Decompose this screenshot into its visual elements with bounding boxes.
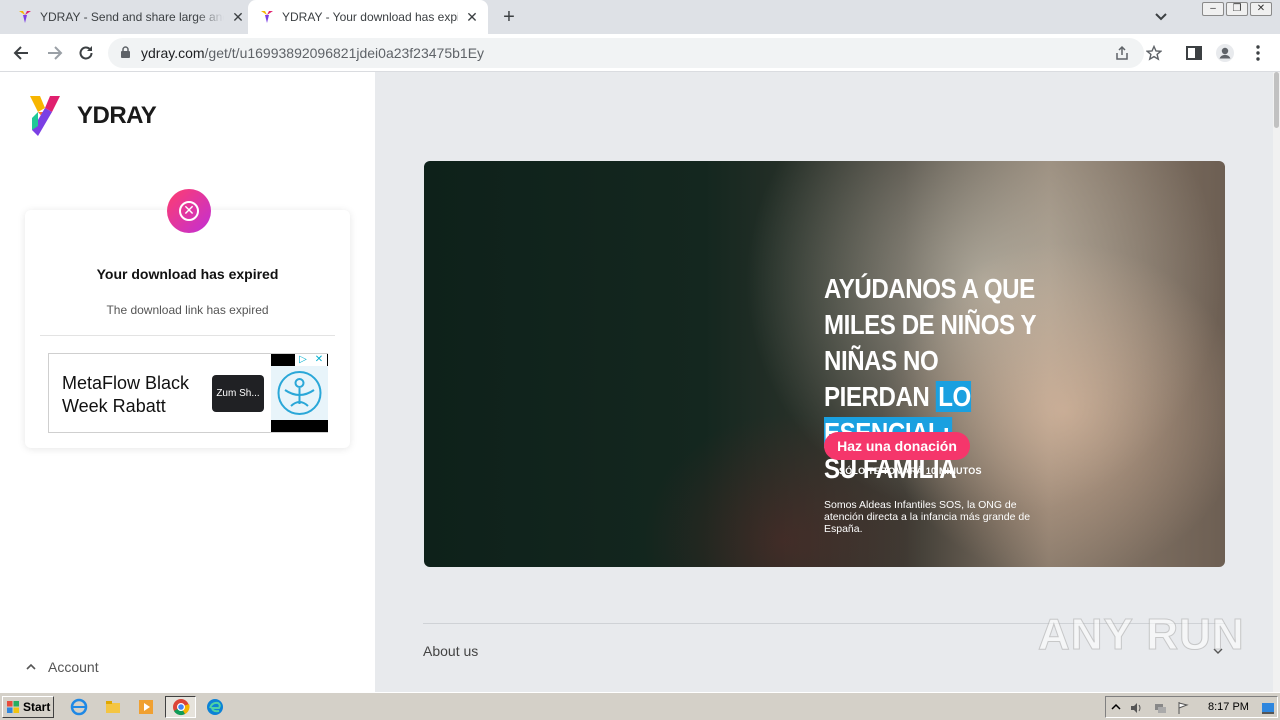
start-label: Start: [23, 700, 51, 714]
close-tab-icon[interactable]: ✕: [464, 9, 480, 25]
browser-toolbar: ydray.com/get/t/u16993892096821jdei0a23f…: [0, 34, 1280, 72]
page-scrollbar[interactable]: [1273, 72, 1280, 692]
media-player-icon[interactable]: [137, 698, 155, 716]
chevron-down-icon[interactable]: [1152, 9, 1170, 25]
expired-card: Your download has expired The download l…: [25, 210, 350, 448]
volume-icon[interactable]: [1129, 701, 1143, 715]
url-text[interactable]: ydray.com/get/t/u16993892096821jdei0a23f…: [141, 45, 484, 61]
window-controls: – ❐ ✕: [1202, 2, 1272, 16]
back-arrow-icon[interactable]: [12, 43, 32, 63]
browser-tab-download-expired[interactable]: YDRAY - Your download has expired ✕: [248, 0, 488, 34]
tray-expand-icon[interactable]: [1109, 701, 1123, 715]
file-explorer-icon[interactable]: [104, 698, 122, 716]
restore-button[interactable]: ❐: [1226, 2, 1248, 16]
ydray-logo[interactable]: YDRAY: [30, 96, 157, 136]
sidebar: YDRAY ✕ Your download has expired The do…: [0, 72, 375, 692]
brand-name: YDRAY: [77, 102, 157, 129]
close-tab-icon[interactable]: ✕: [230, 9, 246, 25]
ad-banner[interactable]: MetaFlow Black Week Rabatt Zum Sh... ▷ ✕: [48, 353, 328, 433]
ydray-favicon-icon: [19, 11, 31, 23]
screen: YDRAY - Send and share large and big fil…: [0, 0, 1280, 720]
ad-close-icon[interactable]: ✕: [311, 354, 327, 366]
browser-tab-strip: YDRAY - Send and share large and big fil…: [0, 0, 1280, 34]
ad-text[interactable]: MetaFlow Black Week Rabatt: [62, 372, 207, 418]
address-bar[interactable]: ydray.com/get/t/u16993892096821jdei0a23f…: [108, 38, 1162, 68]
expired-subtitle: The download link has expired: [106, 303, 269, 317]
chrome-icon: [173, 699, 190, 716]
donate-button[interactable]: Haz una donación: [824, 432, 970, 460]
minutes-note: SÓLO TE TOMARÁ 10 MINUTOS: [839, 466, 982, 476]
url-host: ydray.com: [141, 45, 205, 61]
url-path: /get/t/u16993892096821jdei0a23f23475b1Ey: [204, 45, 485, 61]
reload-icon[interactable]: [76, 43, 96, 63]
minimize-button[interactable]: –: [1202, 2, 1224, 16]
lock-icon[interactable]: [120, 46, 131, 59]
profile-avatar-icon[interactable]: [1215, 43, 1235, 63]
donation-ad-banner[interactable]: AYÚDANOS A QUE MILES DE NIÑOS Y NIÑAS NO…: [424, 161, 1225, 567]
edge-icon[interactable]: [206, 698, 224, 716]
adchoices-icon[interactable]: ▷: [295, 354, 311, 366]
account-toggle[interactable]: Account: [25, 659, 99, 675]
taskbar-chrome-active[interactable]: [165, 696, 196, 718]
account-label: Account: [48, 659, 99, 675]
chevron-up-icon: [26, 663, 36, 670]
expired-title: Your download has expired: [96, 266, 279, 282]
show-desktop-icon[interactable]: [1261, 701, 1275, 715]
tab-title: YDRAY - Send and share large and big fil…: [40, 10, 224, 24]
expired-error-icon: ✕: [167, 189, 211, 233]
ydray-logo-icon: [30, 96, 60, 136]
page-viewport: YDRAY ✕ Your download has expired The do…: [0, 72, 1280, 692]
scrollbar-thumb[interactable]: [1274, 72, 1279, 128]
about-us-link[interactable]: About us: [423, 643, 478, 659]
meditation-figure-icon: [277, 371, 322, 415]
new-tab-button[interactable]: +: [498, 7, 520, 29]
network-icon[interactable]: [1153, 701, 1167, 715]
tab-title: YDRAY - Your download has expired: [282, 10, 458, 24]
side-panel-icon[interactable]: [1184, 43, 1204, 63]
kebab-menu-icon[interactable]: [1248, 43, 1268, 63]
windows-flag-icon: [7, 701, 19, 713]
bookmark-star-icon[interactable]: [1146, 45, 1162, 61]
share-icon[interactable]: [1114, 45, 1130, 61]
headline-part1: AYÚDANOS A QUE MILES DE NIÑOS Y NIÑAS NO…: [824, 273, 1036, 412]
sos-description: Somos Aldeas Infantiles SOS, la ONG de a…: [824, 499, 1031, 535]
ad-choices[interactable]: ▷ ✕: [295, 354, 327, 366]
anyrun-watermark: ANY RUN: [1038, 610, 1245, 660]
start-button[interactable]: Start: [2, 696, 54, 718]
main-content: AYÚDANOS A QUE MILES DE NIÑOS Y NIÑAS NO…: [375, 72, 1273, 692]
ad-cta-button[interactable]: Zum Sh...: [212, 375, 264, 412]
ydray-favicon-icon: [261, 11, 273, 23]
windows-taskbar: Start 8:17 PM: [0, 692, 1280, 720]
action-center-flag-icon[interactable]: [1176, 701, 1190, 715]
forward-arrow-icon[interactable]: [44, 43, 64, 63]
card-divider: [40, 335, 335, 336]
clock[interactable]: 8:17 PM: [1208, 701, 1249, 713]
browser-tab-send-share[interactable]: YDRAY - Send and share large and big fil…: [18, 0, 246, 34]
close-window-button[interactable]: ✕: [1250, 2, 1272, 16]
system-tray: 8:17 PM: [1105, 696, 1278, 718]
internet-explorer-icon[interactable]: [70, 698, 88, 716]
